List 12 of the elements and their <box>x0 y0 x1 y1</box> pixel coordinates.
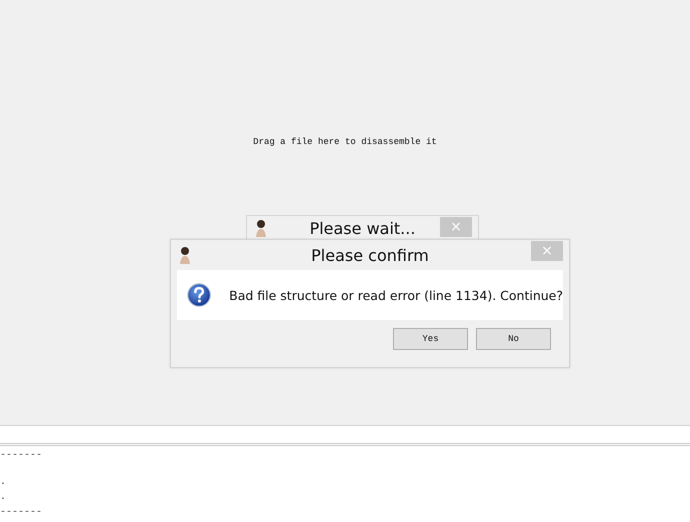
dialog-button[interactable]: Yes <box>393 328 468 350</box>
drop-hint: Drag a file here to disassemble it <box>253 137 437 149</box>
figure-icon <box>177 246 193 264</box>
dialog-title: Please confirm <box>311 246 429 264</box>
figure-icon <box>253 219 269 237</box>
confirm-message: Bad file structure or read error (line 1134). Continue? <box>229 288 563 302</box>
output-line: ------- <box>0 450 42 461</box>
dialog-button[interactable]: No <box>476 328 551 350</box>
output-line: ------- <box>0 507 42 518</box>
dialog-title: Please wait... <box>310 218 416 238</box>
output-line: . <box>0 492 6 503</box>
output-line: . <box>0 477 6 488</box>
